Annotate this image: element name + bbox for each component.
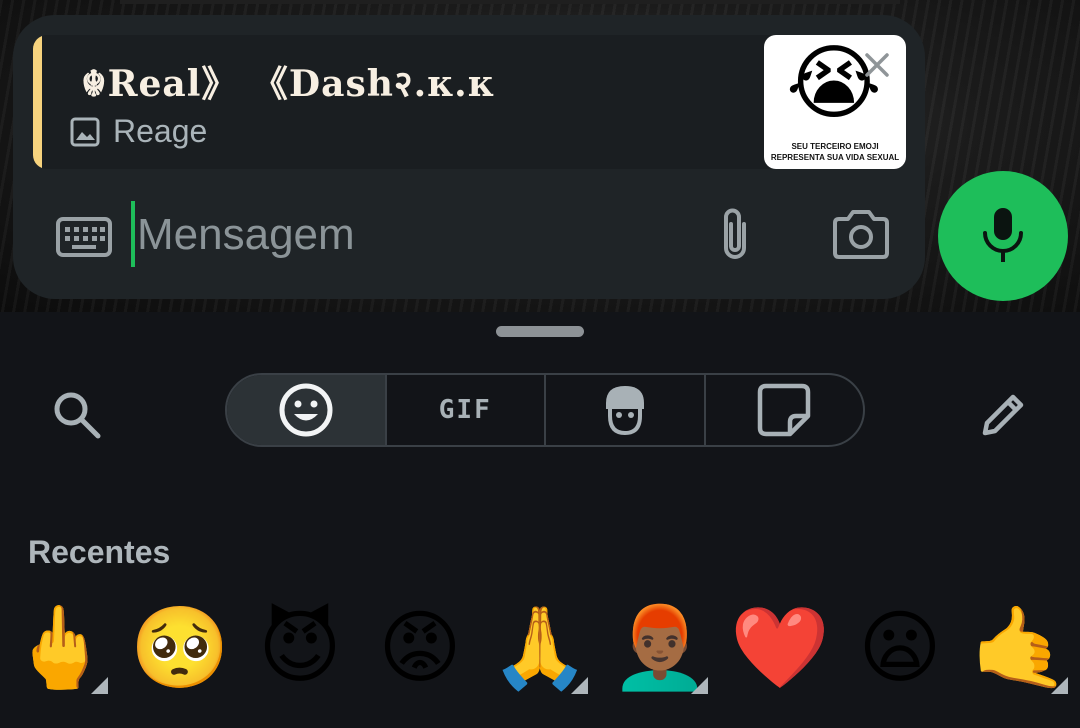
- keyboard-button[interactable]: [53, 211, 115, 263]
- recent-emoji-4[interactable]: 😡: [360, 598, 480, 698]
- emoji-glyph: ❤️: [730, 603, 830, 692]
- message-composer: ☬Real》 《Dash२.ᴋ.ᴋ Reage 😭 SEU TERCEIRO E…: [13, 15, 925, 299]
- recent-emoji-2[interactable]: 🥺: [120, 598, 240, 698]
- reply-author: ☬Real》 《Dash२.ᴋ.ᴋ: [81, 63, 495, 105]
- emoji-glyph: 🤙: [970, 603, 1070, 692]
- section-title-recent: Recentes: [28, 534, 171, 570]
- voice-message-button[interactable]: [938, 171, 1068, 301]
- emoji-glyph: 🖕: [10, 603, 110, 692]
- thumbnail-caption-line-1: SEU TERCEIRO EMOJI: [791, 142, 879, 151]
- camera-icon: [833, 210, 889, 259]
- recent-emoji-8[interactable]: 😦: [840, 598, 960, 698]
- search-icon: [54, 392, 101, 439]
- pencil-icon: [982, 394, 1024, 436]
- tab-avatar[interactable]: [544, 375, 704, 445]
- paperclip-icon: [724, 208, 746, 259]
- recent-emoji-1[interactable]: 🖕: [0, 598, 120, 698]
- skin-tone-indicator: [1051, 677, 1068, 694]
- reply-meta: Reage: [69, 113, 207, 150]
- skin-tone-indicator: [691, 677, 708, 694]
- picker-tabs: GIF: [225, 373, 865, 447]
- gif-tab-label: GIF: [438, 395, 492, 425]
- image-icon: [69, 116, 101, 148]
- avatar-icon: [605, 386, 644, 436]
- emoji-glyph: 🥺: [130, 603, 230, 692]
- emoji-panel: GIF Recentes 🖕 🥺 😈 😡 🙏: [0, 312, 1080, 728]
- thumbnail-caption-line-2: REPRESENTA SUA VIDA SEXUAL: [770, 153, 900, 162]
- emoji-glyph: 👨🏾‍🦰: [610, 603, 710, 692]
- emoji-search-button[interactable]: [46, 384, 108, 446]
- sticker-icon: [758, 383, 811, 437]
- emoji-glyph: 😦: [858, 603, 942, 692]
- recent-emoji-6[interactable]: 👨🏾‍🦰: [600, 598, 720, 698]
- recent-emoji-9[interactable]: 🤙: [960, 598, 1080, 698]
- smiley-icon: [279, 383, 333, 437]
- emoji-glyph: 😡: [378, 603, 462, 692]
- message-input[interactable]: [135, 201, 699, 269]
- skin-tone-indicator: [571, 677, 588, 694]
- keyboard-icon: [56, 217, 112, 257]
- edit-button[interactable]: [972, 384, 1034, 446]
- recent-emoji-row: 🖕 🥺 😈 😡 🙏 👨🏾‍🦰 ❤️ 😦 🤙: [0, 598, 1080, 698]
- recent-emoji-3[interactable]: 😈: [240, 598, 360, 698]
- tab-stickers[interactable]: [703, 375, 864, 445]
- tab-gif[interactable]: GIF: [384, 375, 545, 445]
- drag-handle[interactable]: [496, 326, 584, 337]
- close-icon: [865, 53, 889, 77]
- camera-button[interactable]: [829, 205, 893, 265]
- next-emoji-row-peek: [0, 714, 1080, 728]
- microphone-icon: [983, 208, 1023, 262]
- emoji-glyph: 🙏: [490, 603, 590, 692]
- tab-emoji[interactable]: [227, 375, 385, 445]
- skin-tone-indicator: [91, 677, 108, 694]
- attach-button[interactable]: [707, 201, 763, 267]
- recent-emoji-5[interactable]: 🙏: [480, 598, 600, 698]
- emoji-glyph: 😈: [258, 603, 342, 692]
- reply-accent-bar: [33, 35, 42, 169]
- thumbnail-caption: SEU TERCEIRO EMOJI REPRESENTA SUA VIDA S…: [764, 141, 906, 163]
- close-reply-button[interactable]: [855, 43, 899, 87]
- recent-emoji-7[interactable]: ❤️: [720, 598, 840, 698]
- previous-message-edge: [120, 0, 900, 4]
- reply-type-label: Reage: [113, 113, 208, 149]
